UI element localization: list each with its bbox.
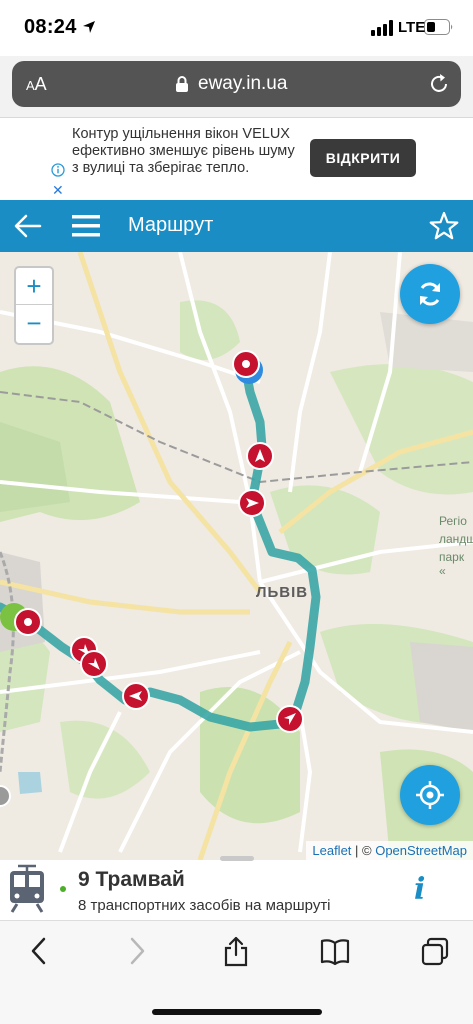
share-icon[interactable]: [221, 935, 251, 967]
signal-icon: [371, 20, 393, 36]
tram-icon: [10, 864, 44, 913]
url-text: eway.in.ua: [198, 73, 288, 94]
browser-back-icon[interactable]: [24, 935, 54, 967]
reader-settings-button[interactable]: AA: [26, 74, 47, 95]
map-attribution: Leaflet | © OpenStreetMap: [306, 841, 473, 860]
map-label: ландш: [439, 532, 473, 546]
osm-link[interactable]: OpenStreetMap: [375, 843, 467, 858]
network-type: LTE: [398, 19, 426, 36]
ad-info-icon[interactable]: [51, 163, 65, 177]
route-info-panel[interactable]: 9 Трамвай 8 транспортних засобів на марш…: [0, 856, 473, 920]
status-dot: [60, 886, 66, 892]
refresh-button[interactable]: [400, 264, 460, 324]
app-header: Маршрут: [0, 200, 473, 252]
zoom-out-button[interactable]: −: [16, 305, 52, 342]
route-subtitle: 8 транспортних засобів на маршруті: [78, 897, 331, 914]
status-bar: 08:24 LTE: [0, 0, 473, 56]
tabs-icon[interactable]: [420, 935, 450, 967]
reload-icon[interactable]: [428, 73, 450, 95]
map-tiles: [0, 252, 473, 860]
refresh-icon: [420, 282, 440, 306]
lock-icon: [176, 76, 188, 92]
map-label: парк «: [439, 550, 465, 578]
ad-banner[interactable]: ✕ Контур ущільнення вікон VELUX ефективн…: [0, 118, 473, 200]
status-time: 08:24: [24, 16, 77, 38]
city-label: ЛЬВІВ: [256, 584, 309, 601]
locate-button[interactable]: [400, 765, 460, 825]
map-view[interactable]: ЛЬВІВ Регіо ландш парк « + − Leaflet | ©…: [0, 252, 473, 860]
browser-forward-icon[interactable]: [122, 935, 152, 967]
back-arrow-icon[interactable]: [14, 213, 42, 239]
info-icon[interactable]: i: [414, 872, 425, 907]
route-title: 9 Трамвай: [78, 868, 185, 891]
ad-image: [0, 118, 46, 200]
ad-open-button[interactable]: ВІДКРИТИ: [310, 139, 416, 177]
star-icon[interactable]: [429, 211, 459, 241]
locate-icon: [416, 781, 444, 809]
bookmarks-icon[interactable]: [320, 935, 350, 967]
browser-toolbar: [0, 920, 473, 1024]
zoom-control: + −: [14, 266, 54, 345]
ad-close-icon[interactable]: ✕: [52, 182, 64, 199]
home-indicator: [152, 1009, 322, 1015]
browser-address-area: AA eway.in.ua: [0, 56, 473, 118]
map-label: Регіо: [439, 514, 467, 528]
drag-handle[interactable]: [220, 856, 254, 861]
ad-text: Контур ущільнення вікон VELUX ефективно …: [72, 126, 295, 176]
leaflet-link[interactable]: Leaflet: [312, 843, 351, 858]
page-title: Маршрут: [128, 214, 214, 236]
location-arrow-icon: [83, 21, 95, 33]
hamburger-menu-icon[interactable]: [72, 213, 100, 239]
zoom-in-button[interactable]: +: [16, 268, 52, 305]
battery-icon: [424, 19, 453, 35]
address-bar[interactable]: AA eway.in.ua: [12, 61, 461, 107]
